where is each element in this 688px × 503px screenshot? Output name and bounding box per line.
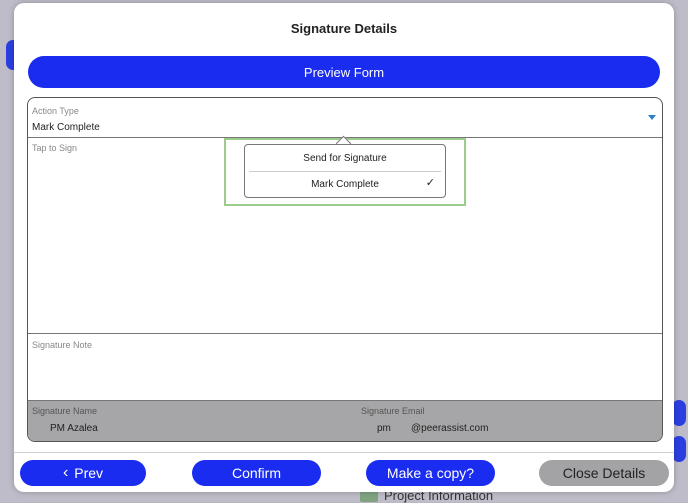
chevron-down-icon[interactable] [648,115,656,120]
action-type-label: Action Type [32,106,79,116]
signature-name-label: Signature Name [32,406,98,416]
background-button-right-1 [672,400,686,426]
signature-name-value: PM Azalea [50,423,98,434]
footer-divider [14,452,674,453]
confirm-button[interactable]: Confirm [192,460,321,486]
prev-button-label: Prev [74,465,104,481]
signature-details-modal: Signature Details Preview Form Action Ty… [14,3,674,492]
signature-identity-row: Signature Name PM Azalea Signature Email… [28,401,662,441]
preview-form-button[interactable]: Preview Form [28,56,660,88]
checkmark-icon: ✓ [425,177,435,189]
action-type-field[interactable]: Action Type Mark Complete [28,98,662,138]
option-divider [249,171,441,172]
signature-email-label: Signature Email [361,406,425,416]
action-type-dropdown: Send for Signature Mark Complete ✓ [244,144,446,198]
prev-button[interactable]: ‹ Prev [20,460,146,486]
background-button-right-2 [672,436,686,462]
option-mark-complete[interactable]: Mark Complete [245,179,445,190]
chevron-left-icon: ‹ [62,464,69,481]
signature-note-field[interactable]: Signature Note [28,334,662,401]
modal-title: Signature Details [290,21,398,36]
make-copy-button[interactable]: Make a copy? [366,460,495,486]
signature-email-user: pm [377,423,391,434]
action-type-value: Mark Complete [32,122,100,133]
close-details-button[interactable]: Close Details [539,460,669,486]
signature-note-label: Signature Note [32,340,93,350]
signature-email-domain: @peerassist.com [411,423,489,434]
tap-to-sign-label: Tap to Sign [32,143,78,153]
option-send-for-signature[interactable]: Send for Signature [245,153,445,164]
